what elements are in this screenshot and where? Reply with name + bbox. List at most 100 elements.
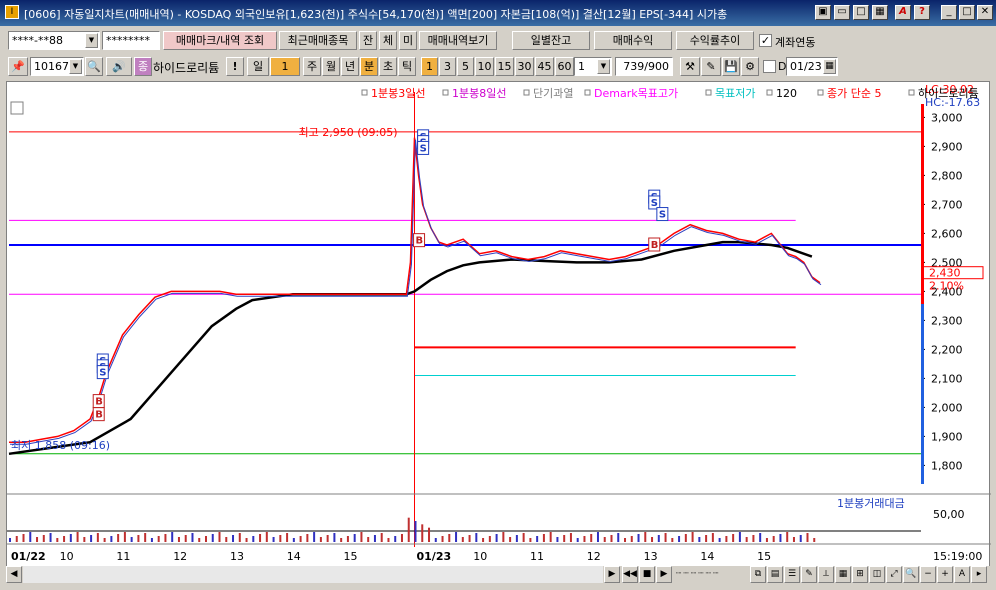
period-day-button[interactable]: 일 — [247, 57, 269, 76]
plus-icon[interactable]: + — [937, 566, 953, 583]
minute-button[interactable]: 3 — [439, 57, 456, 76]
minute-button[interactable]: 45 — [535, 57, 554, 76]
scroll-track[interactable] — [23, 566, 603, 583]
period-button[interactable]: 초 — [379, 57, 397, 76]
scroll-end-icon[interactable]: ▸ — [971, 566, 987, 583]
maximize-icon[interactable]: □ — [853, 5, 869, 20]
volume-bar — [63, 536, 66, 542]
tools-icon[interactable]: ⚒ — [680, 57, 700, 76]
search-icon[interactable]: 🔍 — [85, 57, 103, 76]
volume-bar — [637, 534, 640, 542]
volume-bar — [745, 537, 748, 542]
volume-bar — [373, 535, 376, 542]
period-button[interactable]: 년 — [341, 57, 359, 76]
volume-bar — [326, 535, 329, 542]
minute-button[interactable]: 15 — [495, 57, 514, 76]
period-button[interactable]: 분 — [360, 57, 378, 76]
volume-bar — [137, 535, 140, 542]
period-button[interactable]: 틱 — [398, 57, 416, 76]
volume-bar — [299, 536, 302, 542]
volume-bar — [313, 532, 316, 542]
trade-mark-button[interactable]: 매매마크/내역 조회 — [163, 31, 277, 50]
speaker-icon[interactable]: 🔊 — [106, 57, 132, 76]
gear-icon[interactable]: ⚙ — [741, 57, 759, 76]
d-checkbox[interactable] — [763, 60, 776, 73]
return-trend-button[interactable]: 수익률추이 — [676, 31, 754, 50]
save-icon[interactable]: 💾 — [722, 57, 740, 76]
price-chart[interactable]: 3,0002,9002,8002,7002,6002,5002,4002,300… — [7, 82, 991, 568]
stock-type-icon[interactable]: 종 — [134, 57, 152, 76]
zoom-slider[interactable]: ┈┈┈┈┈┈ — [676, 566, 746, 583]
minute-button[interactable]: 10 — [475, 57, 494, 76]
split-icon[interactable]: ◫ — [869, 566, 885, 583]
chevron-down-icon[interactable]: ▼ — [69, 59, 82, 74]
minute-button[interactable]: 1 — [421, 57, 438, 76]
scroll-right-icon[interactable]: ▶ — [604, 566, 620, 583]
time-label: 15:19:00 — [933, 550, 982, 563]
legend-item: 종가 단순 5 — [827, 87, 881, 100]
max-icon[interactable]: □ — [959, 5, 975, 20]
password-field[interactable]: ******** — [102, 31, 160, 50]
copy-icon[interactable]: ⧉ — [750, 566, 766, 583]
list-icon[interactable]: ☰ — [784, 566, 800, 583]
range-bar-up — [921, 104, 924, 304]
unfilled-button[interactable]: 미 — [399, 31, 417, 50]
x-tick-label: 14 — [700, 550, 714, 563]
text-size-icon[interactable]: A — [954, 566, 970, 583]
stop-icon[interactable]: ■ — [639, 566, 655, 583]
ruler-icon[interactable]: ⊞ — [852, 566, 868, 583]
draw-icon[interactable]: ✎ — [801, 566, 817, 583]
minute-button[interactable]: 60 — [555, 57, 574, 76]
rewind-icon[interactable]: ◀◀ — [622, 566, 638, 583]
volume-bar — [15, 536, 18, 542]
scroll-left-icon[interactable]: ◀ — [6, 566, 22, 583]
help-icon[interactable]: ? — [914, 5, 930, 20]
zoom-icon[interactable]: 🔍 — [903, 566, 919, 583]
volume-bar — [177, 537, 180, 542]
chart-scrollbar[interactable]: ◀ ▶ ◀◀ ■ ▶ ┈┈┈┈┈┈ ⧉ ▤ ☰ ✎ ⟂ ▦ ⊞ ◫ ⤢ 🔍 − … — [6, 566, 990, 583]
volume-bar — [49, 533, 52, 542]
minus-icon[interactable]: − — [920, 566, 936, 583]
minimize-icon[interactable]: ▭ — [834, 5, 850, 20]
legend-item: 1분봉3일선 — [371, 86, 425, 100]
table-icon[interactable]: ▤ — [767, 566, 783, 583]
filled-button[interactable]: 체 — [379, 31, 397, 50]
min-icon[interactable]: _ — [941, 5, 957, 20]
date-field[interactable]: 01/23 ▦ — [786, 57, 838, 76]
period-num-select[interactable]: 1 — [270, 57, 300, 76]
y-tick-label: 1,800 — [931, 459, 963, 472]
chart-area[interactable]: 3,000 2,900 2,800 2,700 2,600 2,500 2,400 2,300… — [6, 81, 991, 568]
balance-button[interactable]: 잔 — [359, 31, 377, 50]
volume-bar — [400, 534, 403, 542]
legend-swatch — [908, 89, 915, 96]
pin-icon[interactable]: 📌 — [8, 57, 28, 76]
chevron-down-icon[interactable]: ▼ — [597, 59, 610, 74]
minute-button[interactable]: 5 — [457, 57, 474, 76]
period-button[interactable]: 주 — [303, 57, 321, 76]
account-link-checkbox[interactable]: ✓ — [759, 34, 772, 47]
count-select[interactable]: 1 ▼ — [574, 57, 612, 76]
period-button[interactable]: 월 — [322, 57, 340, 76]
grid-icon[interactable]: ▦ — [835, 566, 851, 583]
account-field[interactable]: ****-**88 ▼ — [8, 31, 100, 50]
volume-bar — [705, 535, 708, 542]
minute-button[interactable]: 30 — [515, 57, 534, 76]
measure-icon[interactable]: ⟂ — [818, 566, 834, 583]
play-icon[interactable]: ▶ — [656, 566, 672, 583]
trade-profit-button[interactable]: 매매수익 — [594, 31, 672, 50]
volume-bar — [428, 527, 431, 542]
stock-code-field[interactable]: 101670 ▼ — [30, 57, 84, 76]
history-button[interactable]: 매매내역보기 — [419, 31, 497, 50]
close-icon[interactable]: ✕ — [977, 5, 993, 20]
recent-trades-button[interactable]: 최근매매종목 — [279, 31, 357, 50]
daily-balance-button[interactable]: 일별잔고 — [512, 31, 590, 50]
tile-icon[interactable]: ▦ — [872, 5, 888, 20]
font-icon[interactable]: A — [895, 5, 911, 20]
fit-icon[interactable]: ⤢ — [886, 566, 902, 583]
restore-icon[interactable]: ▣ — [815, 5, 831, 20]
calendar-icon[interactable]: ▦ — [823, 59, 836, 74]
volume-bar — [265, 532, 268, 542]
alert-icon[interactable]: ! — [226, 57, 244, 76]
chart-tool-icon[interactable]: ✎ — [701, 57, 721, 76]
chevron-down-icon[interactable]: ▼ — [85, 33, 98, 48]
